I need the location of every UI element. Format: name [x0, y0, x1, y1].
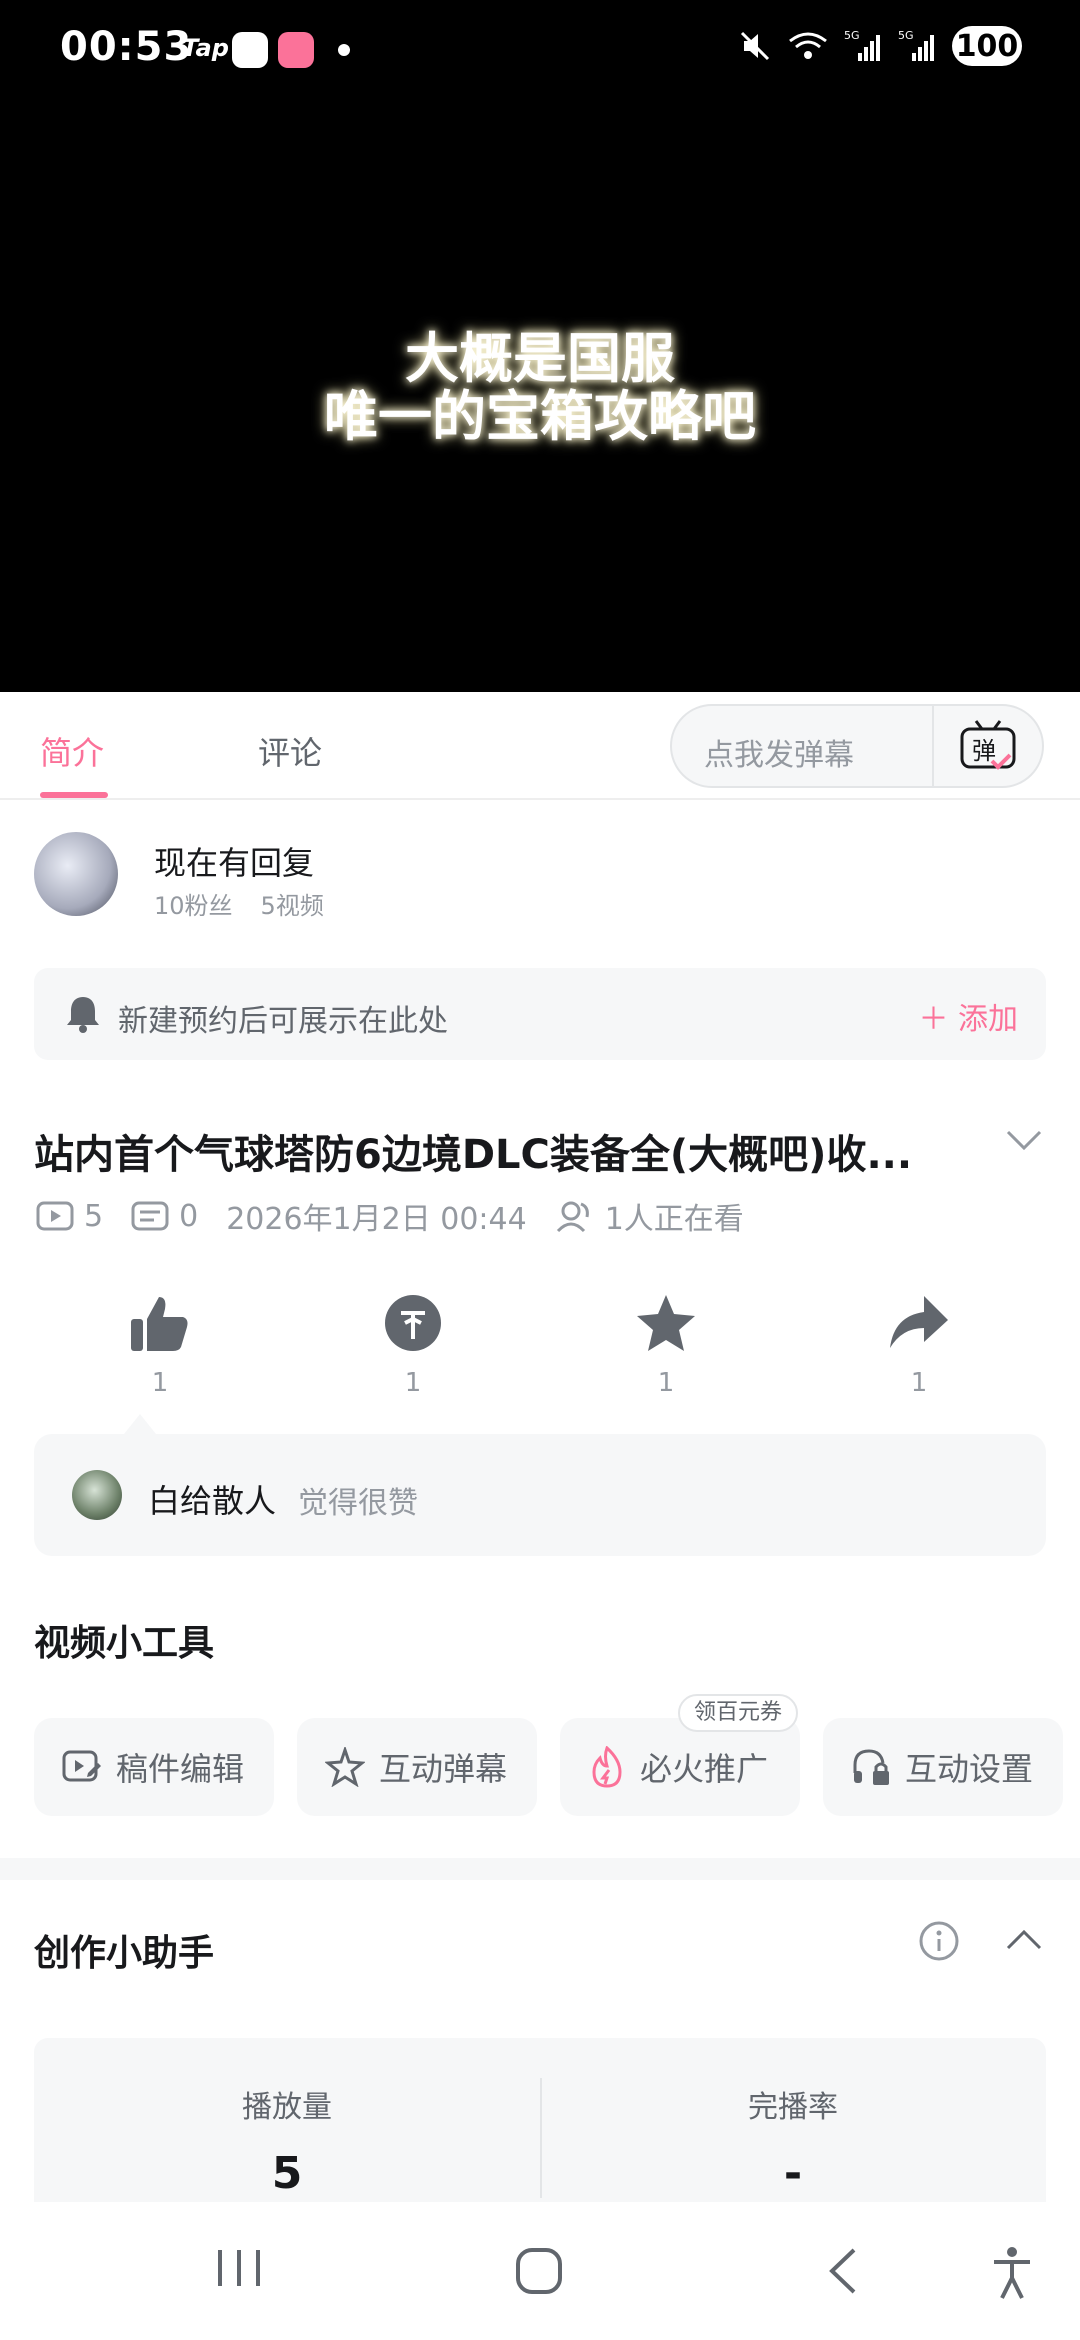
stat-label: 播放量: [242, 2090, 332, 2125]
play-count-icon: [36, 1200, 74, 1232]
home-button[interactable]: [514, 2246, 564, 2296]
viewers-icon: [555, 1199, 595, 1233]
coin-button[interactable]: 1: [343, 1290, 483, 1398]
video-edit-icon: [62, 1750, 101, 1782]
share-icon: [890, 1296, 948, 1348]
video-player[interactable]: 00:53 Tap 5G 5G 100 大概是国服 唯一的宝箱攻略吧: [0, 0, 1080, 692]
danmaku-toggle-button[interactable]: 弹: [932, 706, 1042, 786]
danmaku-count-icon: [131, 1200, 169, 1232]
stat-value: 5: [271, 2148, 303, 2199]
tool-promote-button[interactable]: 必火推广: [560, 1718, 800, 1816]
tab-underline: [40, 792, 108, 798]
author-avatar[interactable]: [34, 832, 118, 916]
author-name[interactable]: 现在有回复: [154, 838, 314, 884]
coupon-badge: 领百元券: [678, 1694, 799, 1732]
svg-text:5G: 5G: [898, 29, 914, 42]
tools-row: 稿件编辑 互动弹幕 必火推广 互动设置: [34, 1718, 1080, 1818]
tap-app-icon: Tap: [182, 34, 229, 62]
caption-line: 唯一的宝箱攻略吧: [324, 385, 756, 448]
share-count: 1: [910, 1368, 928, 1398]
back-icon: [829, 2248, 856, 2294]
back-button[interactable]: [822, 2246, 862, 2296]
thumbs-up-icon: [131, 1297, 188, 1351]
like-button[interactable]: 1: [90, 1290, 230, 1398]
danmaku-count: 0: [179, 1198, 199, 1234]
notification-dot-icon: [338, 44, 350, 56]
liker-avatar: [72, 1470, 122, 1520]
flame-icon: [592, 1746, 622, 1788]
coin-count: 1: [404, 1368, 422, 1398]
liked-by-strip[interactable]: 白给散人 觉得很赞: [34, 1434, 1046, 1556]
assistant-title: 创作小助手: [34, 1933, 215, 1974]
info-icon[interactable]: [918, 1920, 960, 1962]
author-fans: 10粉丝: [154, 892, 233, 920]
system-nav-bar: [0, 2202, 1080, 2340]
author-videos: 5视频: [260, 892, 324, 920]
notification-app-icon: [232, 32, 268, 68]
svg-text:5G: 5G: [844, 29, 860, 42]
author-meta: 10粉丝 5视频: [154, 886, 352, 921]
mute-icon: [740, 31, 770, 61]
reservation-bar: 新建预约后可展示在此处 ＋ 添加: [34, 968, 1046, 1060]
signal-5g-icon: 5G: [898, 29, 934, 61]
danmaku-icon: 弹: [960, 720, 1016, 770]
tool-edit-button[interactable]: 稿件编辑: [34, 1718, 274, 1816]
tool-label: 稿件编辑: [116, 1750, 245, 1788]
headset-lock-icon: [853, 1749, 889, 1785]
accessibility-button[interactable]: [990, 2246, 1034, 2300]
status-time: 00:53: [60, 24, 193, 70]
author-card[interactable]: 现在有回复 10粉丝 5视频: [34, 832, 1034, 922]
section-divider: [0, 1858, 1080, 1880]
caption-line: 大概是国服: [405, 327, 675, 390]
recent-apps-button[interactable]: [214, 2246, 264, 2290]
stats-panel: 播放量 5 完播率 -: [34, 2038, 1046, 2208]
watching-now: 1人正在看: [604, 1202, 744, 1237]
stat-label: 完播率: [748, 2090, 838, 2125]
chevron-down-icon[interactable]: [1004, 1126, 1044, 1154]
danmaku-placeholder: 点我发弹幕: [704, 738, 854, 773]
play-count: 5: [84, 1198, 104, 1234]
like-pointer: [124, 1414, 156, 1434]
liker-text: 觉得很赞: [298, 1486, 418, 1521]
favorite-count: 1: [657, 1368, 675, 1398]
video-title: 站内首个气球塔防6边境DLC装备全(大概吧)收...: [34, 1132, 913, 1178]
stat-value: -: [783, 2148, 803, 2199]
share-button[interactable]: 1: [849, 1290, 989, 1398]
publish-date: 2026年1月2日 00:44: [226, 1202, 527, 1237]
tools-title: 视频小工具: [34, 1623, 215, 1664]
add-label: 添加: [958, 1002, 1018, 1037]
add-reservation-button[interactable]: ＋ 添加: [918, 994, 1018, 1038]
sparkle-icon: [325, 1747, 365, 1787]
status-bar: 00:53 Tap 5G 5G 100: [0, 0, 1080, 100]
coin-icon: [385, 1295, 441, 1351]
battery-indicator: 100: [952, 26, 1022, 66]
danmaku-input[interactable]: 点我发弹幕 弹: [670, 704, 1044, 788]
tab-intro[interactable]: 简介: [40, 728, 104, 774]
star-icon: [637, 1295, 695, 1351]
tool-label: 互动弹幕: [379, 1750, 508, 1788]
chevron-up-icon[interactable]: [1004, 1926, 1044, 1954]
tool-interaction-settings-button[interactable]: 互动设置: [823, 1718, 1063, 1816]
tool-label: 互动设置: [905, 1750, 1034, 1788]
bell-icon: [67, 997, 99, 1033]
reservation-text: 新建预约后可展示在此处: [118, 1004, 448, 1039]
liker-name[interactable]: 白给散人: [148, 1476, 276, 1522]
video-meta: 5 0 2026年1月2日 00:44 1人正在看: [36, 1196, 772, 1237]
stat-completion: 完播率 -: [540, 2082, 1046, 2199]
tool-label: 必火推广: [640, 1750, 769, 1788]
recents-icon: [218, 2250, 260, 2286]
signal-5g-icon: 5G: [844, 29, 880, 61]
like-count: 1: [151, 1368, 169, 1398]
accessibility-icon: [994, 2247, 1030, 2299]
video-caption: 大概是国服 唯一的宝箱攻略吧: [0, 330, 1080, 446]
tool-interactive-danmaku-button[interactable]: 互动弹幕: [297, 1718, 537, 1816]
stat-plays: 播放量 5: [34, 2082, 540, 2199]
tab-comments[interactable]: 评论: [258, 728, 322, 774]
tab-bar: 简介 评论 点我发弹幕 弹: [0, 692, 1080, 800]
home-icon: [516, 2248, 562, 2294]
favorite-button[interactable]: 1: [596, 1290, 736, 1398]
bilibili-app-icon: [278, 32, 314, 68]
wifi-icon: [789, 32, 827, 59]
